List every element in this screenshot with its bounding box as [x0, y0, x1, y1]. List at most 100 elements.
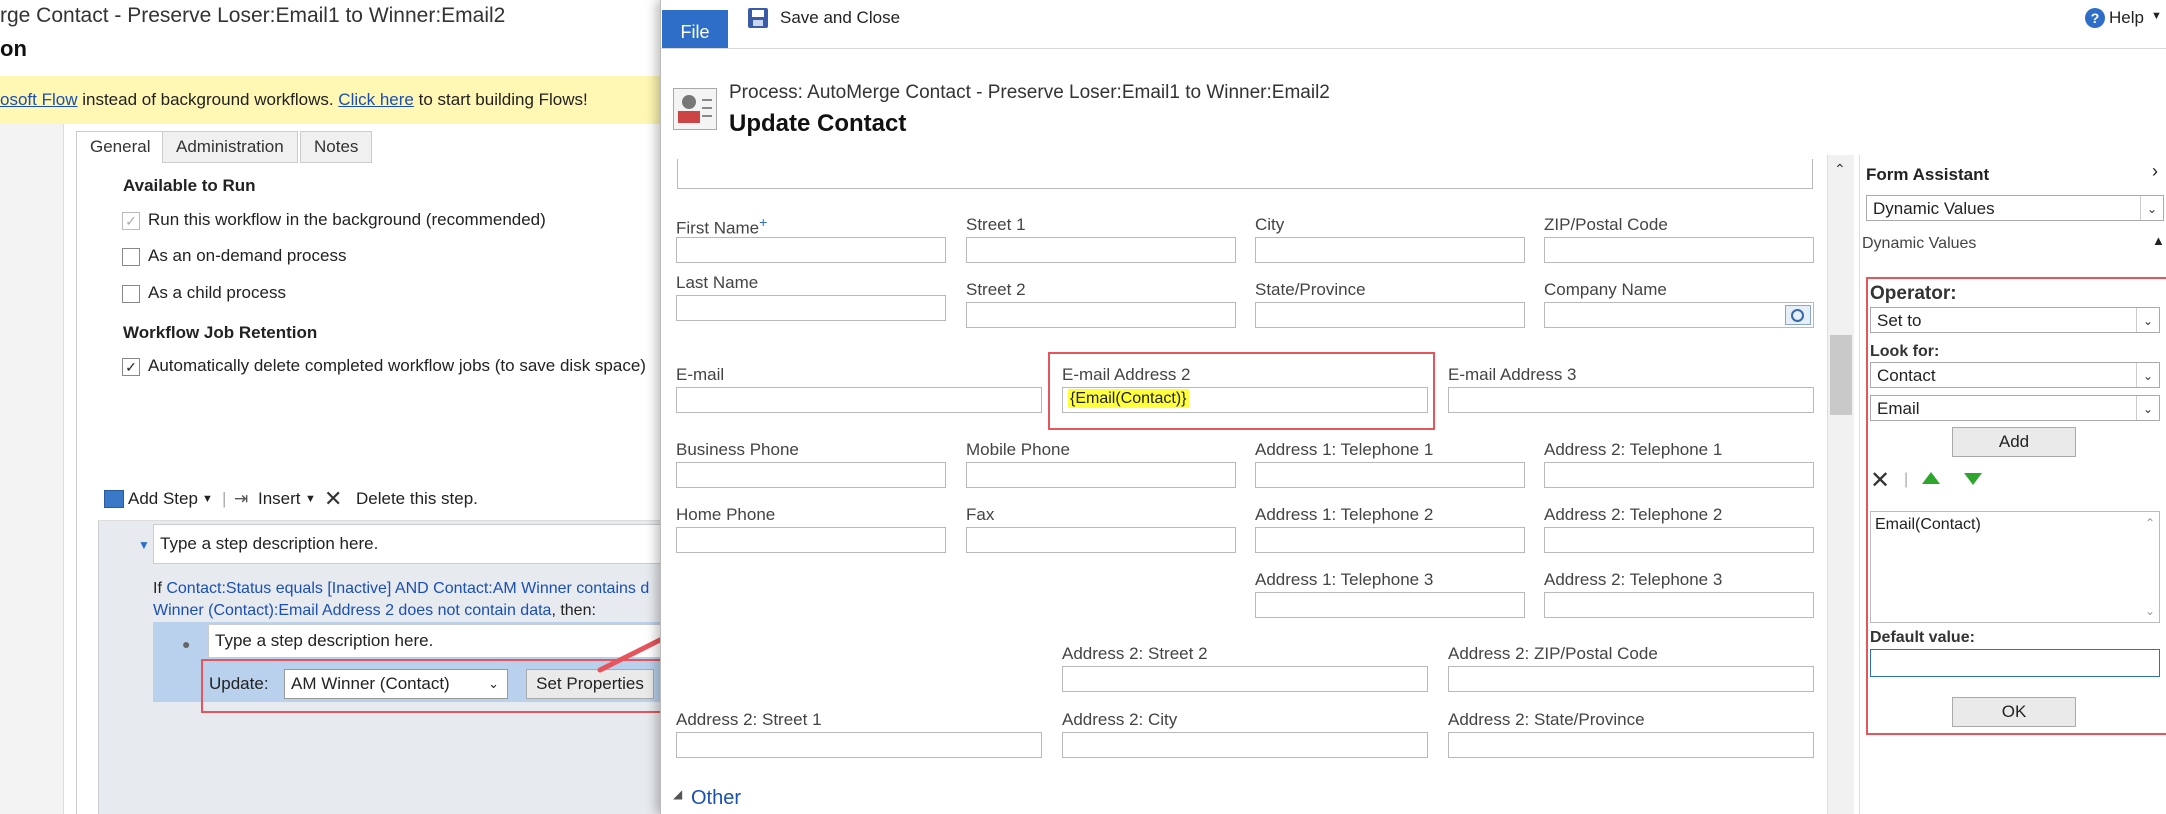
a2-street1-label: Address 2: Street 1 [676, 710, 822, 729]
option-retention[interactable]: ✓ Automatically delete completed workflow… [122, 354, 646, 378]
section-collapse-icon[interactable]: ◢ [673, 787, 682, 801]
checkbox-child-process[interactable] [122, 284, 140, 303]
a2-street1-input[interactable] [676, 732, 1042, 758]
look-for-entity-select[interactable]: Contact ⌄ [1870, 362, 2160, 388]
option-child-process[interactable]: As a child process [122, 281, 286, 305]
lookup-icon[interactable] [1785, 305, 1811, 325]
ok-button[interactable]: OK [1952, 697, 2076, 727]
condition-link-1[interactable]: Contact:Status equals [Inactive] AND Con… [166, 580, 649, 597]
delete-icon[interactable]: ✕ [324, 478, 342, 520]
field-chevron-icon: ⌄ [2136, 396, 2159, 420]
scroll-thumb[interactable] [1830, 335, 1852, 415]
condition-line-2: Winner (Contact):Email Address 2 does no… [153, 600, 596, 622]
business-phone-label: Business Phone [676, 440, 799, 459]
a2-state-input[interactable] [1448, 732, 1814, 758]
zip-input[interactable] [1544, 237, 1814, 263]
tab-notes[interactable]: Notes [300, 131, 373, 163]
dynamic-values-heading: Dynamic Values [1862, 235, 1977, 252]
business-phone-input[interactable] [676, 462, 946, 488]
form-scrollbar[interactable]: ⌃ [1827, 155, 1854, 814]
update-target-chevron-icon: ⌄ [488, 676, 499, 691]
move-down-icon[interactable] [1964, 473, 1982, 485]
condition-link-2[interactable]: Winner (Contact):Email Address 2 does no… [153, 602, 551, 619]
home-phone-input[interactable] [676, 527, 946, 553]
a2-zip-input[interactable] [1448, 666, 1814, 692]
dynamic-values-list-item[interactable]: Email(Contact) [1871, 512, 2159, 538]
a2-tel3-label: Address 2: Telephone 3 [1544, 570, 1723, 589]
insert-button[interactable]: Insert [258, 478, 301, 520]
city-input[interactable] [1255, 237, 1525, 263]
a2-tel1-input[interactable] [1544, 462, 1814, 488]
first-name-input[interactable] [676, 237, 946, 263]
move-up-icon[interactable] [1922, 472, 1940, 484]
a1-tel2-input[interactable] [1255, 527, 1525, 553]
email3-input[interactable] [1448, 387, 1814, 413]
file-tab[interactable]: File [662, 10, 728, 48]
dialog-title: Update Contact [729, 110, 907, 137]
process-icon [673, 88, 717, 130]
dynamic-values-list[interactable]: Email(Contact) ⌃ ⌄ [1870, 511, 2160, 623]
list-scroll-down-icon[interactable]: ⌄ [2145, 604, 2155, 618]
checkbox-background[interactable]: ✓ [122, 211, 140, 230]
add-step-button[interactable]: Add Step [128, 478, 198, 520]
update-target-select[interactable]: AM Winner (Contact) ⌄ [284, 669, 508, 699]
remove-item-icon[interactable]: ✕ [1870, 469, 1890, 493]
scroll-up-icon[interactable]: ⌃ [1834, 161, 1846, 178]
option-on-demand[interactable]: As an on-demand process [122, 244, 346, 268]
a2-street2-label: Address 2: Street 2 [1062, 644, 1208, 663]
a1-tel1-input[interactable] [1255, 462, 1525, 488]
left-nav-strip [0, 124, 64, 814]
update-label: Update: [209, 674, 269, 693]
workflow-window: rge Contact - Preserve Loser:Email1 to W… [0, 0, 662, 814]
save-close-icon[interactable] [748, 8, 768, 28]
collapse-step-icon[interactable]: ▼ [138, 538, 150, 552]
option-background[interactable]: ✓ Run this workflow in the background (re… [122, 208, 546, 232]
top-field-remnant[interactable] [677, 159, 1813, 189]
street1-input[interactable] [966, 237, 1236, 263]
dynamic-values-collapse-icon[interactable]: ▲ [2152, 233, 2165, 248]
step-description-input[interactable]: Type a step description here. [153, 524, 662, 564]
help-menu[interactable]: Help [2109, 8, 2144, 28]
list-scroll-up-icon[interactable]: ⌃ [2145, 516, 2155, 530]
checkbox-on-demand[interactable] [122, 247, 140, 266]
a2-street2-input[interactable] [1062, 666, 1428, 692]
add-button[interactable]: Add [1952, 427, 2076, 457]
section-other-heading[interactable]: Other [691, 787, 741, 810]
click-here-link[interactable]: Click here [338, 90, 414, 109]
fax-input[interactable] [966, 527, 1236, 553]
fax-label: Fax [966, 505, 995, 524]
operator-select[interactable]: Set to ⌄ [1870, 307, 2160, 333]
form-assistant-mode-select[interactable]: Dynamic Values ⌄ [1866, 195, 2164, 221]
save-close-button[interactable]: Save and Close [780, 8, 900, 28]
form-assistant-expand-icon[interactable]: › [2152, 161, 2158, 182]
street2-input[interactable] [966, 302, 1236, 328]
company-input[interactable] [1544, 302, 1814, 328]
email2-input[interactable]: {Email(Contact)} [1062, 387, 1428, 413]
tab-general[interactable]: General [76, 131, 165, 163]
flow-link[interactable]: osoft Flow [0, 90, 77, 109]
mobile-phone-input[interactable] [966, 462, 1236, 488]
delete-step-button[interactable]: Delete this step. [356, 478, 478, 520]
help-icon[interactable]: ? [2085, 8, 2105, 28]
look-for-field-select[interactable]: Email ⌄ [1870, 395, 2160, 421]
last-name-input[interactable] [676, 295, 946, 321]
look-for-label: Look for: [1870, 343, 1940, 360]
tab-administration[interactable]: Administration [162, 131, 298, 163]
add-step-chevron-icon[interactable]: ▼ [202, 478, 213, 520]
state-input[interactable] [1255, 302, 1525, 328]
default-value-input[interactable] [1870, 649, 2160, 677]
option-child-process-label: As a child process [148, 283, 286, 302]
help-chevron-icon[interactable]: ▼ [2151, 10, 2162, 22]
a2-city-input[interactable] [1062, 732, 1428, 758]
a2-tel3-input[interactable] [1544, 592, 1814, 618]
a2-tel2-input[interactable] [1544, 527, 1814, 553]
mobile-phone-label: Mobile Phone [966, 440, 1070, 459]
a1-tel2-label: Address 1: Telephone 2 [1255, 505, 1434, 524]
email-input[interactable] [676, 387, 1042, 413]
step-toolbar: Add Step ▼ | ⇥ Insert ▼ ✕ Delete this st… [98, 478, 662, 521]
a2-state-label: Address 2: State/Province [1448, 710, 1645, 729]
a2-tel1-label: Address 2: Telephone 1 [1544, 440, 1723, 459]
checkbox-retention[interactable]: ✓ [122, 357, 140, 376]
a1-tel3-input[interactable] [1255, 592, 1525, 618]
insert-chevron-icon[interactable]: ▼ [305, 478, 316, 520]
